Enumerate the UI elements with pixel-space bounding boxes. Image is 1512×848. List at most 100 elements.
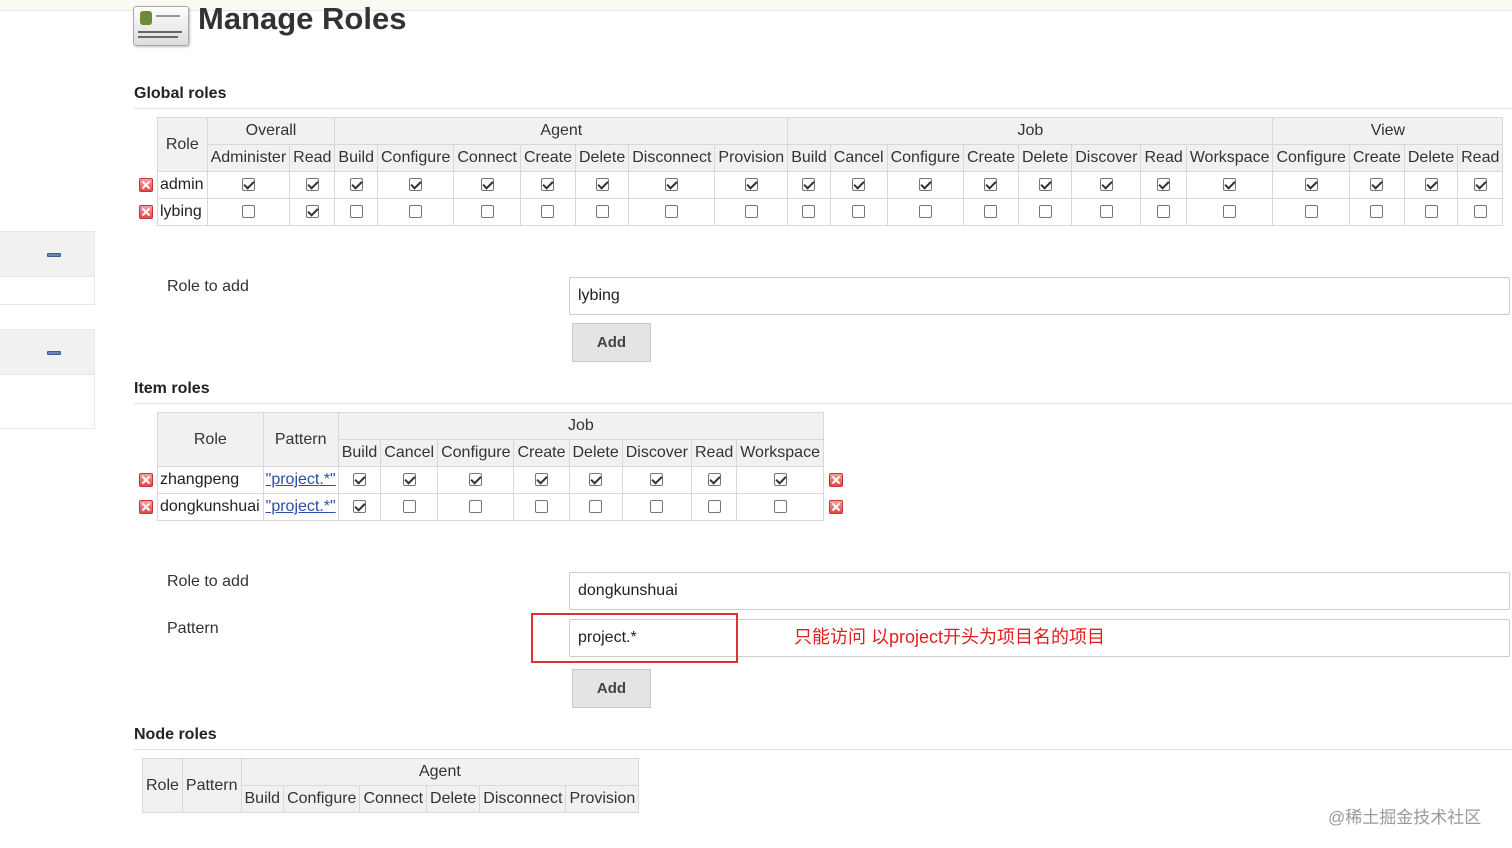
permission-checkbox[interactable] [918,205,932,219]
permission-checkbox[interactable] [1038,205,1052,219]
permission-checkbox[interactable] [773,500,787,514]
delete-role-icon[interactable] [139,205,153,219]
perm-header-connect: Connect [453,144,521,172]
collapse-icon[interactable] [47,351,61,355]
global-role-to-add-label: Role to add [167,278,249,295]
permission-checkbox[interactable] [650,500,664,514]
item-add-button[interactable]: Add [572,669,651,708]
permission-checkbox[interactable] [534,473,548,487]
permission-checkbox[interactable] [1473,178,1487,192]
annotation-note: 只能访问 以project开头为项目名的项目 [794,627,1106,647]
permission-cell [621,466,692,494]
permission-checkbox[interactable] [744,178,758,192]
permission-checkbox[interactable] [1099,205,1113,219]
permission-cell [787,171,831,199]
permission-checkbox[interactable] [650,473,664,487]
collapse-icon[interactable] [47,253,61,257]
pattern-link[interactable]: "project.*" [266,471,336,488]
permission-checkbox[interactable] [349,205,363,219]
permission-checkbox[interactable] [773,473,787,487]
permission-checkbox[interactable] [802,178,816,192]
permission-cell [519,171,576,199]
role-name: dongkunshuai [157,493,264,521]
side-panel-1-header [0,232,94,277]
perm-header-cancel: Cancel [829,144,888,172]
item-role-to-add-input[interactable] [569,572,1510,610]
permission-checkbox[interactable] [349,178,363,192]
permission-cell [1185,198,1274,226]
permission-cell [337,493,382,521]
global-role-to-add-input[interactable] [569,277,1510,315]
permission-checkbox[interactable] [852,205,866,219]
permission-checkbox[interactable] [469,500,483,514]
permission-checkbox[interactable] [595,205,609,219]
permission-checkbox[interactable] [1370,178,1384,192]
permission-checkbox[interactable] [402,473,416,487]
permission-checkbox[interactable] [1223,205,1237,219]
permission-checkbox[interactable] [918,178,932,192]
permission-checkbox[interactable] [480,205,494,219]
permission-cell [1348,171,1405,199]
watermark: @稀土掘金技术社区 [1328,808,1482,827]
permission-checkbox[interactable] [305,205,319,219]
perm-header-provision: Provision [714,144,789,172]
permission-checkbox[interactable] [665,205,679,219]
perm-header-configure: Configure [886,144,964,172]
permission-checkbox[interactable] [589,500,603,514]
permission-checkbox[interactable] [409,178,423,192]
permission-checkbox[interactable] [534,500,548,514]
permission-checkbox[interactable] [1424,178,1438,192]
permission-checkbox[interactable] [589,473,603,487]
delete-role-icon[interactable] [828,500,843,514]
permission-checkbox[interactable] [1038,178,1052,192]
permission-checkbox[interactable] [241,178,255,192]
permission-checkbox[interactable] [1157,205,1171,219]
permission-checkbox[interactable] [984,205,998,219]
permission-checkbox[interactable] [1473,205,1487,219]
permission-checkbox[interactable] [1424,205,1438,219]
permission-checkbox[interactable] [305,178,319,192]
global-add-button[interactable]: Add [572,323,651,362]
delete-role-icon[interactable] [139,473,153,487]
permission-checkbox[interactable] [541,178,555,192]
global-roles-table: Role Overall Agent Job View Administer Read Bui… [157,117,1504,226]
permission-checkbox[interactable] [744,205,758,219]
permission-checkbox[interactable] [852,178,866,192]
permission-cell [628,171,716,199]
permission-checkbox[interactable] [1099,178,1113,192]
permission-checkbox[interactable] [984,178,998,192]
permission-checkbox[interactable] [665,178,679,192]
permission-checkbox[interactable] [469,473,483,487]
permission-checkbox[interactable] [352,500,366,514]
permission-cell [376,198,455,226]
permission-checkbox[interactable] [595,178,609,192]
permission-checkbox[interactable] [802,205,816,219]
perm-header-configure: Configure [376,144,455,172]
delete-role-icon[interactable] [828,473,843,487]
permission-checkbox[interactable] [1223,178,1237,192]
delete-role-icon[interactable] [139,178,153,192]
permission-checkbox[interactable] [1304,178,1318,192]
permission-checkbox[interactable] [707,473,721,487]
delete-role-icon[interactable] [139,500,153,514]
role-column-header: Role [142,758,183,813]
pattern-column-header: Pattern [262,412,339,467]
perm-header-read: Read [1140,144,1187,172]
permission-checkbox[interactable] [402,500,416,514]
permission-checkbox[interactable] [241,205,255,219]
group-header-job: Job [337,412,824,440]
permission-checkbox[interactable] [409,205,423,219]
permission-checkbox[interactable] [352,473,366,487]
perm-header-discover: Discover [1071,144,1142,172]
permission-checkbox[interactable] [1157,178,1171,192]
permission-checkbox[interactable] [1370,205,1384,219]
pattern-link[interactable]: "project.*" [266,498,336,515]
permission-checkbox[interactable] [707,500,721,514]
permission-cell [787,198,831,226]
perm-header-cancel: Cancel [380,439,439,467]
permission-checkbox[interactable] [480,178,494,192]
permission-checkbox[interactable] [541,205,555,219]
divider [134,749,1512,750]
permission-checkbox[interactable] [1304,205,1318,219]
permission-cell [962,198,1020,226]
